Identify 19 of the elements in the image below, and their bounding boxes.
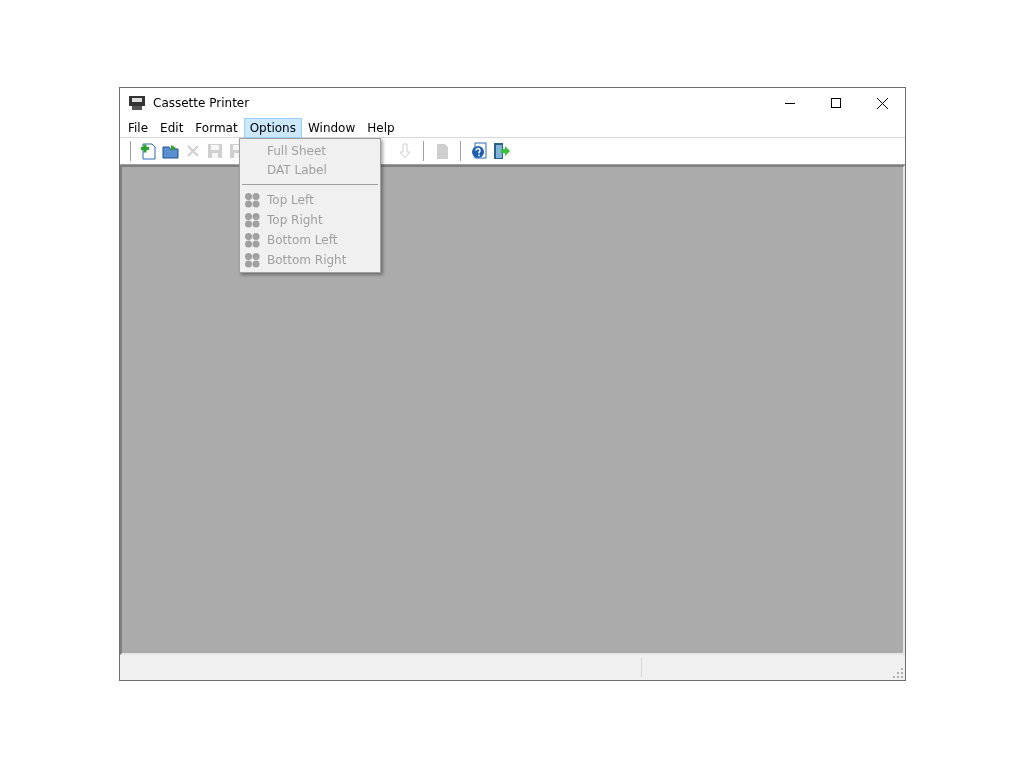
menu-item[interactable]: Window: [301, 117, 362, 138]
four-leaf-icon: [244, 231, 261, 249]
maximize-icon: [831, 98, 841, 108]
menu-item[interactable]: Edit: [154, 117, 190, 138]
menu-item[interactable]: Format: [189, 117, 244, 138]
exit-door-icon[interactable]: [492, 142, 510, 160]
new-document-icon[interactable]: [140, 142, 158, 160]
four-leaf-icon: [244, 251, 261, 269]
close-icon: [876, 97, 888, 109]
four-leaf-icon: [244, 211, 261, 229]
menu-item[interactable]: Help: [361, 117, 401, 138]
four-leaf-icon: [244, 191, 261, 209]
window-title: Cassette Printer: [153, 95, 250, 112]
menu-item[interactable]: Options: [243, 117, 302, 138]
app-icon: [129, 96, 145, 110]
open-folder-icon[interactable]: [162, 142, 180, 160]
menu-item[interactable]: File: [122, 117, 155, 138]
resize-grip-icon[interactable]: [893, 668, 903, 678]
help-icon[interactable]: [470, 142, 488, 160]
